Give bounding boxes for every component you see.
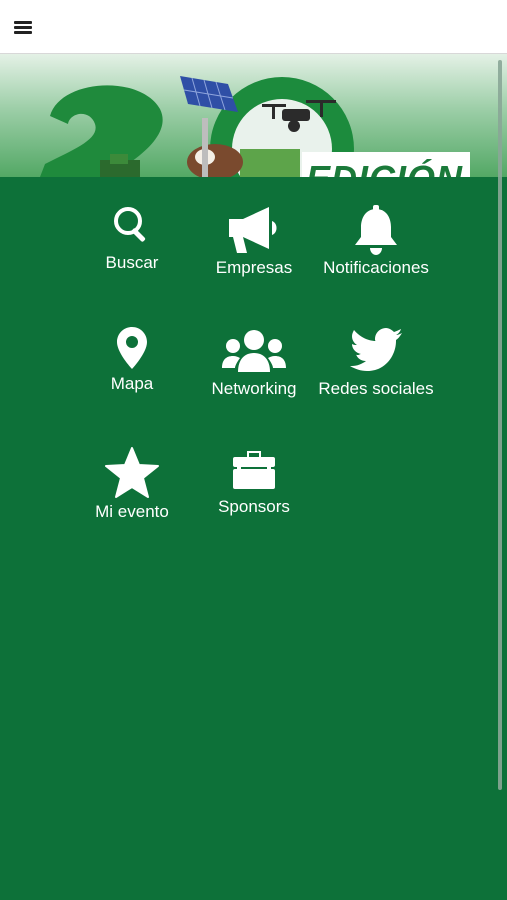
search-icon bbox=[114, 207, 146, 242]
menu-item-mapa[interactable]: Mapa bbox=[71, 325, 193, 415]
edition-label: EDICIÓN bbox=[302, 152, 470, 177]
users-icon bbox=[222, 330, 286, 372]
menu-item-empresas[interactable]: Empresas bbox=[193, 203, 315, 293]
menu-item-redes-sociales[interactable]: Redes sociales bbox=[315, 325, 437, 415]
menu-item-label: Empresas bbox=[215, 258, 293, 277]
menu-item-label: Redes sociales bbox=[318, 379, 434, 398]
menu-item-label: Mapa bbox=[110, 374, 154, 393]
star-icon bbox=[105, 447, 159, 498]
menu-item-label: Mi evento bbox=[95, 502, 169, 521]
bell-icon bbox=[355, 205, 397, 255]
event-banner: EDICIÓN bbox=[0, 54, 507, 177]
menu-item-label: Notificaciones bbox=[323, 258, 429, 277]
top-app-bar bbox=[0, 0, 507, 54]
menu-item-label: Sponsors bbox=[218, 497, 290, 516]
menu-item-sponsors[interactable]: Sponsors bbox=[193, 447, 315, 537]
scrollbar[interactable] bbox=[498, 60, 502, 790]
briefcase-icon bbox=[233, 451, 275, 489]
menu-item-label: Buscar bbox=[105, 253, 159, 272]
menu-item-networking[interactable]: Networking bbox=[193, 325, 315, 415]
menu-item-buscar[interactable]: Buscar bbox=[71, 203, 193, 293]
megaphone-icon bbox=[229, 207, 277, 253]
menu-item-notificaciones[interactable]: Notificaciones bbox=[315, 203, 437, 293]
map-marker-icon bbox=[117, 327, 147, 369]
hamburger-menu-icon[interactable] bbox=[10, 15, 36, 39]
menu-item-label: Networking bbox=[211, 379, 297, 398]
menu-item-mi-evento[interactable]: Mi evento bbox=[71, 447, 193, 537]
twitter-icon bbox=[350, 328, 402, 371]
